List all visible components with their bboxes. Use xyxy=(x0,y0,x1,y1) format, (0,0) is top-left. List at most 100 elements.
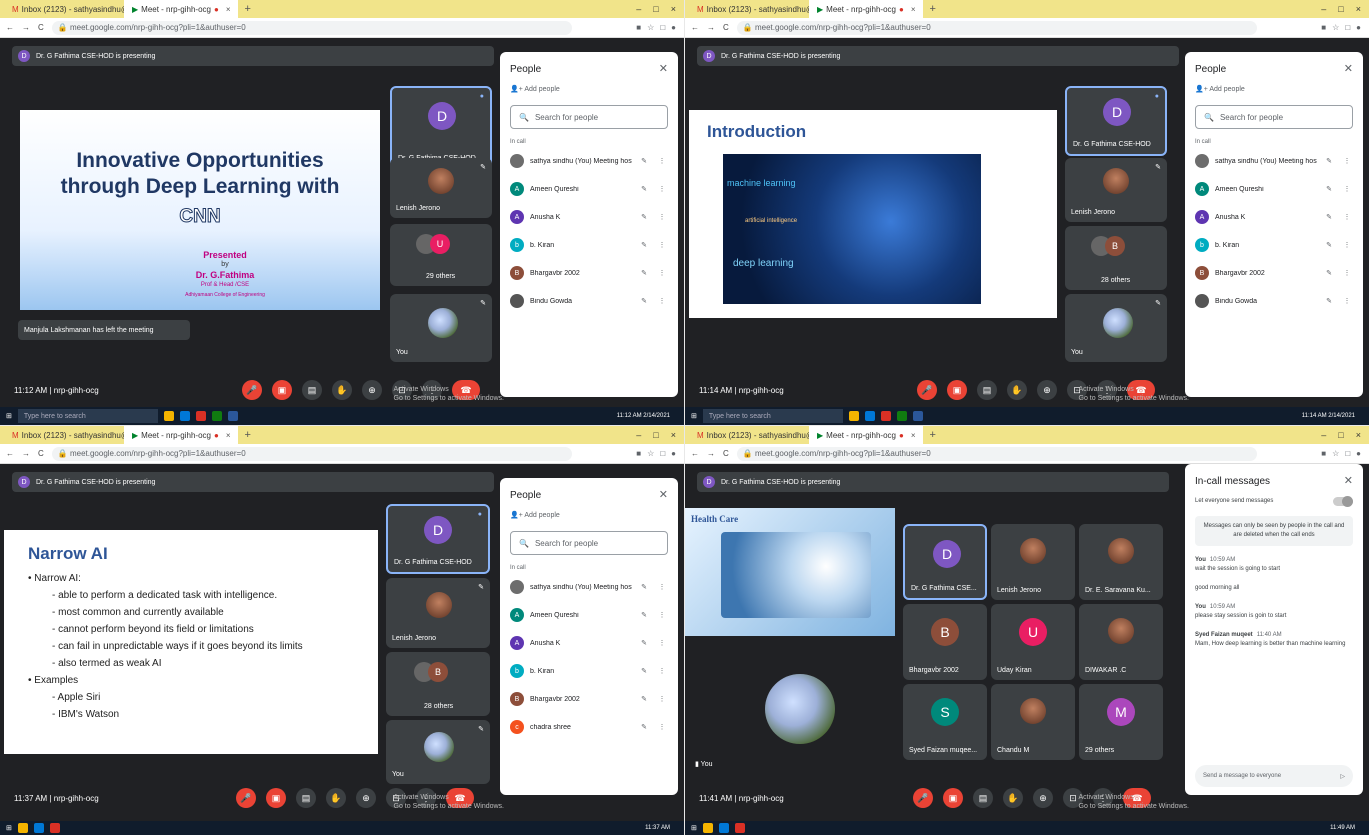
new-tab-button[interactable]: + xyxy=(238,429,256,441)
more-options-icon[interactable]: ⋮ xyxy=(1341,269,1353,277)
camera-button[interactable]: ▣ xyxy=(943,788,963,808)
url-field[interactable]: 🔒 meet.google.com/nrp-gihh-ocg?pli=1&aut… xyxy=(51,20,572,35)
close-tab-icon[interactable]: × xyxy=(226,431,231,440)
person-row[interactable]: b b. Kiran ✎ ⋮ xyxy=(1185,233,1363,257)
captions-button[interactable]: ▤ xyxy=(973,788,993,808)
extension-icon[interactable]: □ xyxy=(1345,23,1350,32)
captions-button[interactable]: ▤ xyxy=(296,788,316,808)
more-options-icon[interactable]: ⋮ xyxy=(1341,157,1353,165)
mic-off-icon[interactable]: ✎ xyxy=(638,157,650,165)
tab-meet[interactable]: ▶ Meet - nrp-gihh-ocg ● × xyxy=(124,426,239,444)
mic-button[interactable]: 🎤 xyxy=(917,380,937,400)
mic-off-icon[interactable]: ✎ xyxy=(638,583,650,591)
raise-hand-button[interactable]: ✋ xyxy=(332,380,352,400)
send-icon[interactable]: ▷ xyxy=(1340,773,1353,780)
more-options-icon[interactable]: ⋮ xyxy=(656,723,668,731)
person-row[interactable]: A Anusha K ✎ ⋮ xyxy=(500,205,678,229)
maximize-button[interactable]: □ xyxy=(1338,430,1343,440)
maximize-button[interactable]: □ xyxy=(653,4,658,14)
tab-meet[interactable]: ▶ Meet - nrp-gihh-ocg ● × xyxy=(809,0,924,18)
tile-lenish[interactable]: ✎ Lenish Jerono xyxy=(386,578,490,648)
participant-tile[interactable]: Dr. E. Saravana Ku... xyxy=(1079,524,1163,600)
forward-icon[interactable]: → xyxy=(22,23,30,32)
person-row[interactable]: B Bhargavbr 2002 ✎ ⋮ xyxy=(500,687,678,711)
participant-tile[interactable]: D Dr. G Fathima CSE... xyxy=(903,524,987,600)
search-people-input[interactable]: 🔍 Search for people xyxy=(1195,105,1353,129)
tab-gmail[interactable]: MInbox (2123) - sathyasindhu@× xyxy=(4,426,124,444)
excel-icon[interactable] xyxy=(896,411,907,421)
camera-icon[interactable]: ■ xyxy=(636,23,641,32)
tile-lenish[interactable]: ✎ Lenish Jerono xyxy=(1065,158,1167,222)
close-tab-icon[interactable]: × xyxy=(911,431,916,440)
chrome-icon[interactable] xyxy=(49,823,60,833)
mic-button[interactable]: 🎤 xyxy=(242,380,262,400)
participant-tile[interactable]: Lenish Jerono xyxy=(991,524,1075,600)
windows-start-icon[interactable]: ⊞ xyxy=(6,824,12,832)
forward-icon[interactable]: → xyxy=(707,449,715,458)
close-icon[interactable]: ✕ xyxy=(659,62,668,75)
url-field[interactable]: 🔒 meet.google.com/nrp-gihh-ocg?pli=1&aut… xyxy=(736,446,1257,461)
taskbar-search[interactable]: Type here to search xyxy=(17,409,158,423)
chrome-icon[interactable] xyxy=(880,411,891,421)
mic-off-icon[interactable]: ✎ xyxy=(1323,157,1335,165)
more-options-icon[interactable]: ⋮ xyxy=(656,185,668,193)
camera-button[interactable]: ▣ xyxy=(947,380,967,400)
captions-button[interactable]: ▤ xyxy=(977,380,997,400)
windows-start-icon[interactable]: ⊞ xyxy=(691,824,697,832)
tab-gmail[interactable]: MInbox (2123) - sathyasindhu@× xyxy=(689,0,809,18)
close-icon[interactable]: ✕ xyxy=(659,488,668,501)
raise-hand-button[interactable]: ✋ xyxy=(326,788,346,808)
present-button[interactable]: ⊕ xyxy=(1033,788,1053,808)
tab-meet[interactable]: ▶ Meet - nrp-gihh-ocg ● × xyxy=(124,0,239,18)
close-window-button[interactable]: × xyxy=(671,4,676,14)
extension-icon[interactable]: □ xyxy=(660,449,665,458)
present-button[interactable]: ⊕ xyxy=(1037,380,1057,400)
profile-icon[interactable]: ● xyxy=(671,449,676,458)
person-row[interactable]: A Anusha K ✎ ⋮ xyxy=(1185,205,1363,229)
person-row[interactable]: sathya sindhu (You) Meeting host ✎ ⋮ xyxy=(1185,149,1363,173)
person-row[interactable]: B Bhargavbr 2002 ✎ ⋮ xyxy=(1185,261,1363,285)
participant-tile[interactable]: Chandu M xyxy=(991,684,1075,760)
url-field[interactable]: 🔒 meet.google.com/nrp-gihh-ocg?pli=1&aut… xyxy=(51,446,572,461)
more-options-icon[interactable]: ⋮ xyxy=(656,297,668,305)
person-row[interactable]: A Anusha K ✎ ⋮ xyxy=(500,631,678,655)
mic-off-icon[interactable]: ✎ xyxy=(638,297,650,305)
participant-tile[interactable]: DIWAKAR .C xyxy=(1079,604,1163,680)
edge-icon[interactable] xyxy=(718,823,729,833)
more-options-icon[interactable]: ⋮ xyxy=(1341,241,1353,249)
tile-others[interactable]: B 28 others xyxy=(1065,226,1167,290)
more-options-icon[interactable]: ⋮ xyxy=(656,213,668,221)
person-row[interactable]: sathya sindhu (You) Meeting host ✎ ⋮ xyxy=(500,149,678,173)
more-options-icon[interactable]: ⋮ xyxy=(656,695,668,703)
more-options-icon[interactable]: ⋮ xyxy=(656,583,668,591)
more-options-icon[interactable]: ⋮ xyxy=(656,667,668,675)
profile-icon[interactable]: ● xyxy=(1356,23,1361,32)
tab-gmail[interactable]: MInbox (2123) - sathyasindhu@× xyxy=(689,426,809,444)
taskbar-search[interactable]: Type here to search xyxy=(702,409,843,423)
mic-off-icon[interactable]: ✎ xyxy=(1323,213,1335,221)
more-options-icon[interactable]: ⋮ xyxy=(656,639,668,647)
mic-off-icon[interactable]: ✎ xyxy=(638,241,650,249)
new-tab-button[interactable]: + xyxy=(238,3,256,15)
participant-tile[interactable]: U Uday Kiran xyxy=(991,604,1075,680)
tile-lenish[interactable]: ✎ Lenish Jerono xyxy=(390,158,492,218)
tab-gmail[interactable]: MInbox (2123) - sathyasindhu@× xyxy=(4,0,124,18)
add-people-button[interactable]: 👤+ Add people xyxy=(500,507,678,523)
raise-hand-button[interactable]: ✋ xyxy=(1007,380,1027,400)
send-messages-toggle[interactable] xyxy=(1333,496,1353,507)
person-row[interactable]: B Bhargavbr 2002 ✎ ⋮ xyxy=(500,261,678,285)
tile-host[interactable]: D●Dr. G Fathima CSE-HOD xyxy=(1065,86,1167,156)
camera-icon[interactable]: ■ xyxy=(636,449,641,458)
tile-you[interactable]: ✎ You xyxy=(390,294,492,362)
excel-icon[interactable] xyxy=(211,411,222,421)
mic-off-icon[interactable]: ✎ xyxy=(1323,269,1335,277)
word-icon[interactable] xyxy=(912,411,923,421)
windows-start-icon[interactable]: ⊞ xyxy=(691,412,697,420)
windows-start-icon[interactable]: ⊞ xyxy=(6,412,12,420)
back-icon[interactable]: ← xyxy=(691,23,699,32)
explorer-icon[interactable] xyxy=(163,411,174,421)
more-options-icon[interactable]: ⋮ xyxy=(1341,297,1353,305)
reload-icon[interactable]: C xyxy=(723,23,729,32)
close-window-button[interactable]: × xyxy=(1356,430,1361,440)
more-options-icon[interactable]: ⋮ xyxy=(1341,185,1353,193)
